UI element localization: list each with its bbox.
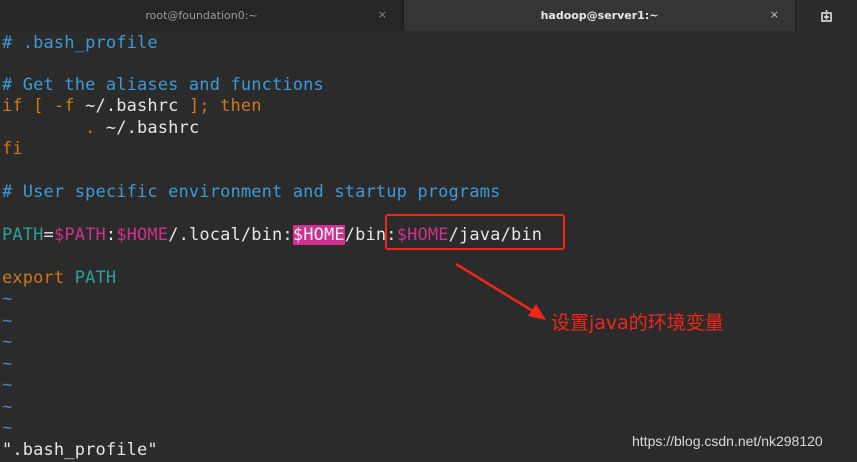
home-var-highlighted: $HOME <box>292 225 345 245</box>
empty-line-tilde: ~ <box>2 311 13 331</box>
bracket-close: ]; <box>178 96 221 116</box>
new-tab-icon <box>820 9 832 22</box>
code-line-6: fi <box>2 139 23 159</box>
tab-title: hadoop@server1:~ <box>540 9 659 22</box>
source-dot: . <box>2 118 106 138</box>
bashrc-path: ~/.bashrc <box>85 96 179 116</box>
highlight-box <box>385 214 565 250</box>
annotation-label: 设置java的环境变量 <box>551 312 724 334</box>
empty-line-tilde: ~ <box>2 375 13 395</box>
keyword-export: export <box>2 268 65 288</box>
empty-line-tilde: ~ <box>2 289 13 309</box>
keyword-then: then <box>220 96 262 116</box>
watermark: https://blog.csdn.net/nk298120 <box>632 433 823 449</box>
home-var-ref: $HOME <box>116 225 169 245</box>
tab-hadoop-server1[interactable]: hadoop@server1:~ × <box>404 0 796 31</box>
colon: : <box>105 225 117 245</box>
keyword-if: if [ -f <box>2 96 86 116</box>
tab-root-foundation0[interactable]: root@foundation0:~ × <box>0 0 404 31</box>
empty-line-tilde: ~ <box>2 418 13 438</box>
path-var-name: PATH <box>2 225 44 245</box>
equals-sign: = <box>43 225 54 245</box>
status-line: ".bash_profile" <box>2 440 158 460</box>
new-tab-area <box>796 0 857 31</box>
code-line-1: # .bash_profile <box>2 33 158 53</box>
close-icon[interactable]: × <box>378 8 387 21</box>
code-line-12: export PATH <box>2 268 116 289</box>
close-icon[interactable]: × <box>770 8 779 21</box>
code-line-3: # Get the aliases and functions <box>2 75 324 95</box>
code-line-4: if [ -f ~/.bashrc ]; then <box>2 96 262 117</box>
path-var-name: PATH <box>74 268 117 288</box>
new-tab-button[interactable] <box>807 5 847 27</box>
annotation-arrow-icon <box>455 262 546 320</box>
empty-line-tilde: ~ <box>2 354 13 374</box>
tab-bar: root@foundation0:~ × hadoop@server1:~ × <box>0 0 857 32</box>
empty-line-tilde: ~ <box>2 397 13 417</box>
bashrc-path: ~/.bashrc <box>105 118 200 138</box>
code-line-8: # User specific environment and startup … <box>2 182 501 202</box>
code-line-5: . ~/.bashrc <box>2 118 199 139</box>
path-var-ref: $PATH <box>53 225 106 245</box>
tab-title: root@foundation0:~ <box>145 9 258 22</box>
empty-line-tilde: ~ <box>2 332 13 352</box>
local-bin-segment: /.local/bin: <box>168 225 293 245</box>
terminal-window: root@foundation0:~ × hadoop@server1:~ × … <box>0 0 857 462</box>
